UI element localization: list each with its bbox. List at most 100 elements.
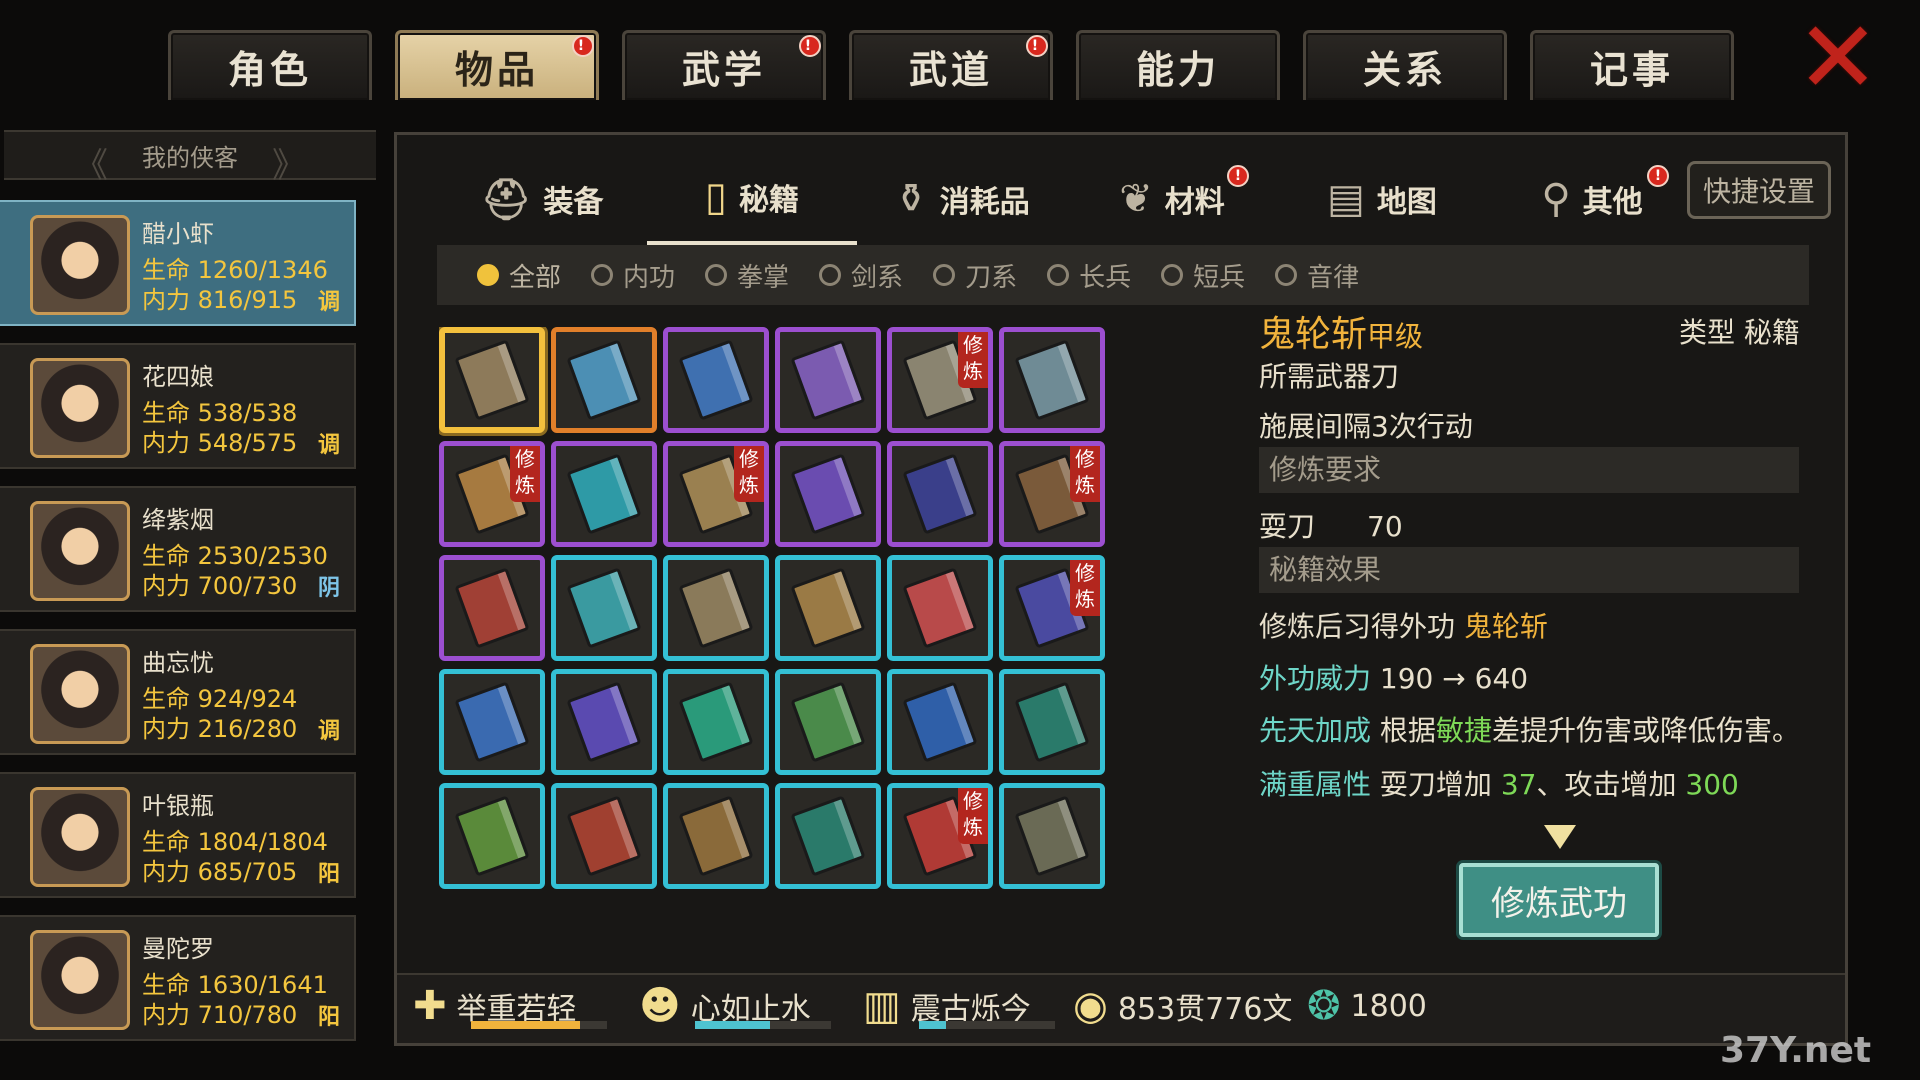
item-slot[interactable] xyxy=(551,441,657,547)
top-tab-4[interactable]: 武道! xyxy=(849,30,1053,100)
character-tag: 调 xyxy=(317,719,340,744)
book-icon xyxy=(790,339,866,421)
item-slot[interactable] xyxy=(999,327,1105,433)
tab-label: 材料 xyxy=(1164,185,1225,220)
quick-settings-button[interactable]: 快捷设置 xyxy=(1687,161,1831,219)
item-slot[interactable] xyxy=(663,327,769,433)
item-slot[interactable]: 修炼 xyxy=(887,327,993,433)
item-slot[interactable] xyxy=(775,783,881,889)
character-mp: 内力 685/705 xyxy=(142,858,298,886)
avatar xyxy=(30,644,130,744)
item-slot[interactable]: 修炼 xyxy=(663,441,769,547)
top-tab-5[interactable]: 能力 xyxy=(1076,30,1280,100)
character-card[interactable]: 曲忘忧 生命 924/924 内力 216/280 调 xyxy=(0,629,356,755)
filter-option[interactable]: 刀系 xyxy=(933,257,1017,294)
item-slot[interactable] xyxy=(775,441,881,547)
item-slot[interactable]: 修炼 xyxy=(439,441,545,547)
character-card[interactable]: 花四娘 生命 538/538 内力 548/575 调 xyxy=(0,343,356,469)
book-icon xyxy=(790,453,866,535)
item-slot[interactable] xyxy=(663,669,769,775)
filter-option[interactable]: 音律 xyxy=(1275,257,1359,294)
item-slot[interactable] xyxy=(887,441,993,547)
item-slot[interactable] xyxy=(999,669,1105,775)
item-slot[interactable] xyxy=(439,783,545,889)
item-slot[interactable] xyxy=(999,783,1105,889)
top-tab-3[interactable]: 武学! xyxy=(622,30,826,100)
arrow-right-icon[interactable]: 》 xyxy=(272,138,306,187)
item-slot[interactable] xyxy=(551,327,657,433)
top-tab-6[interactable]: 关系 xyxy=(1303,30,1507,100)
filter-label: 音律 xyxy=(1307,262,1360,293)
drum-icon: ▥ xyxy=(863,983,901,1029)
radio-icon xyxy=(705,264,728,286)
character-roster: 醋小虾 生命 1260/1346 内力 816/915 调花四娘 生命 538/538 内… xyxy=(0,200,356,1058)
filter-bar: 全部 内功 拳掌 剑系 刀系 长兵 短兵 音律 xyxy=(437,245,1809,305)
train-skill-button[interactable]: 修炼武功 xyxy=(1459,863,1659,937)
character-card[interactable]: 叶银瓶 生命 1804/1804 内力 685/705 阳 xyxy=(0,772,356,898)
item-slot[interactable] xyxy=(775,555,881,661)
tab-potion[interactable]: ⚱ 消耗品 xyxy=(857,153,1067,245)
filter-option[interactable]: 拳掌 xyxy=(705,257,789,294)
item-grade: 甲级 xyxy=(1367,320,1424,353)
item-slot[interactable] xyxy=(887,669,993,775)
item-slot[interactable]: 修炼 xyxy=(999,555,1105,661)
character-mp: 内力 216/280 xyxy=(142,715,298,743)
character-tag: 调 xyxy=(317,290,340,315)
buff-drum-bar xyxy=(919,1021,1055,1029)
filter-label: 剑系 xyxy=(851,262,904,293)
training-tag: 修炼 xyxy=(958,788,988,844)
filter-option[interactable]: 短兵 xyxy=(1161,257,1245,294)
jade-display: ❂ 1800 xyxy=(1307,983,1427,1029)
filter-label: 拳掌 xyxy=(737,262,790,293)
item-slot[interactable] xyxy=(775,327,881,433)
item-slot[interactable] xyxy=(439,327,545,433)
watermark-logo: 37Y.net xyxy=(1720,1030,1872,1071)
tab-book[interactable]: ▯ 秘籍 xyxy=(647,153,857,245)
item-slot[interactable] xyxy=(439,555,545,661)
coin-display: ◉ 853贯776文 xyxy=(1073,983,1292,1029)
item-slot[interactable] xyxy=(663,555,769,661)
requirement-section-title: 修炼要求 xyxy=(1259,447,1799,493)
top-tab-bar: 角色 物品! 武学! 武道! 能力 关系 记事 xyxy=(168,30,1734,100)
radio-icon xyxy=(591,264,614,286)
arrow-left-icon[interactable]: 《 xyxy=(74,138,108,187)
item-slot[interactable] xyxy=(439,669,545,775)
item-slot[interactable] xyxy=(551,783,657,889)
character-card[interactable]: 绛紫烟 生命 2530/2530 内力 700/730 阴 xyxy=(0,486,356,612)
tab-armor[interactable]: ⛑ 装备 xyxy=(437,153,647,245)
tab-herb[interactable]: ❦ 材料! xyxy=(1067,153,1277,245)
item-slot[interactable]: 修炼 xyxy=(999,441,1105,547)
filter-option[interactable]: 剑系 xyxy=(819,257,903,294)
item-slot[interactable] xyxy=(775,669,881,775)
book-icon xyxy=(678,795,754,877)
top-tab-2[interactable]: 物品! xyxy=(395,30,599,100)
training-tag: 修炼 xyxy=(1070,560,1100,616)
top-tab-1[interactable]: 角色 xyxy=(168,30,372,100)
book-icon xyxy=(902,567,978,649)
coin-value: 853贯776文 xyxy=(1117,992,1293,1027)
top-tab-7[interactable]: 记事 xyxy=(1530,30,1734,100)
character-card[interactable]: 醋小虾 生命 1260/1346 内力 816/915 调 xyxy=(0,200,356,326)
character-tag: 阳 xyxy=(317,1005,340,1030)
filter-option[interactable]: 内功 xyxy=(591,257,675,294)
filter-option[interactable]: 全部 xyxy=(477,257,561,294)
roster-title: 我的侠客 xyxy=(142,143,238,172)
book-icon xyxy=(566,567,642,649)
item-slot[interactable] xyxy=(887,555,993,661)
tab-misc[interactable]: ⚲ 其他! xyxy=(1487,153,1697,245)
item-slot[interactable] xyxy=(551,669,657,775)
tab-map[interactable]: ▤ 地图 xyxy=(1277,153,1487,245)
book-icon xyxy=(790,795,866,877)
herb-icon: ❦ xyxy=(1119,176,1153,222)
avatar xyxy=(30,930,130,1030)
item-slot[interactable] xyxy=(663,783,769,889)
book-icon xyxy=(454,681,530,763)
strength-icon: ✚ xyxy=(413,983,447,1029)
close-icon[interactable]: ✕ xyxy=(1796,8,1880,108)
character-card[interactable]: 曼陀罗 生命 1630/1641 内力 710/780 阳 xyxy=(0,915,356,1041)
book-icon xyxy=(454,567,530,649)
top-tab-label: 武道 xyxy=(908,48,993,92)
item-slot[interactable] xyxy=(551,555,657,661)
filter-option[interactable]: 长兵 xyxy=(1047,257,1131,294)
item-slot[interactable]: 修炼 xyxy=(887,783,993,889)
